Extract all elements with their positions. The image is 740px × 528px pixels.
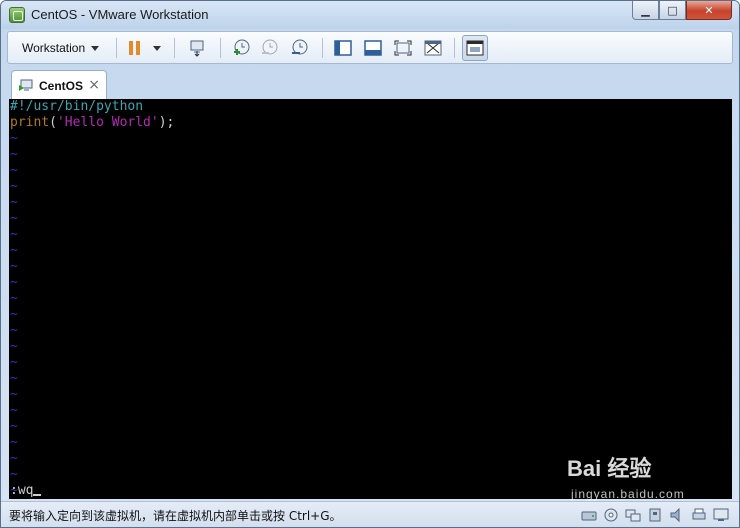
vim-tilde-line: ~ xyxy=(10,291,18,306)
vim-tilde-line: ~ xyxy=(10,307,18,322)
vim-command-text: :wq xyxy=(10,483,34,498)
vmware-window: CentOS - VMware Workstation ▁ □ ✕ Workst… xyxy=(0,0,740,528)
snapshot-revert-icon[interactable] xyxy=(258,37,280,59)
tab-bar: CentOS × xyxy=(1,67,739,100)
printer-icon[interactable] xyxy=(691,507,707,523)
display-icon[interactable] xyxy=(713,507,729,523)
vim-tilde-line: ~ xyxy=(10,259,18,274)
code-punct-open: ( xyxy=(49,115,57,130)
vim-empty-lines: ~ ~ ~ ~ ~ ~ ~ ~ ~ ~ ~ ~ ~ ~ ~ ~ ~ ~ ~ ~ ~ ~ ~ xyxy=(10,131,732,499)
fullscreen-icon[interactable] xyxy=(392,37,414,59)
vim-tilde-line: ~ xyxy=(10,403,18,418)
vim-tilde-line: ~ xyxy=(10,355,18,370)
code-punct-close: ); xyxy=(158,115,175,130)
vim-tilde-line: ~ xyxy=(10,147,18,162)
workstation-menu-button[interactable]: Workstation xyxy=(14,36,107,60)
snapshot-manager-icon[interactable] xyxy=(288,37,310,59)
vim-command-line: :wq xyxy=(10,483,42,499)
toolbar-divider xyxy=(454,38,455,58)
dropdown-icon[interactable] xyxy=(146,37,168,59)
pause-icon[interactable] xyxy=(124,37,146,59)
hard-disk-icon[interactable] xyxy=(581,507,597,523)
minimize-button[interactable]: ▁ xyxy=(632,1,659,20)
watermark-logo-text: Bai 经验 xyxy=(567,456,652,481)
maximize-button[interactable]: □ xyxy=(659,1,686,20)
vim-tilde-line: ~ xyxy=(10,339,18,354)
vim-tilde-line: ~ xyxy=(10,419,18,434)
usb-icon[interactable] xyxy=(647,507,663,523)
vm-running-icon xyxy=(19,79,34,92)
vim-tilde-line: ~ xyxy=(10,179,18,194)
vim-tilde-line: ~ xyxy=(10,131,18,146)
code-line-print: print('Hello World'); xyxy=(10,115,732,131)
workstation-menu-label: Workstation xyxy=(22,41,86,55)
view-console-icon[interactable] xyxy=(362,37,384,59)
code-string: 'Hello World' xyxy=(56,115,159,130)
baidu-jingyan-watermark: Bai 经验 jingyan.baidu.com xyxy=(567,447,707,507)
unity-icon[interactable] xyxy=(422,37,444,59)
vim-tilde-line: ~ xyxy=(10,195,18,210)
tab-centos[interactable]: CentOS × xyxy=(11,70,107,100)
window-title: CentOS - VMware Workstation xyxy=(31,7,209,22)
vim-tilde-line: ~ xyxy=(10,387,18,402)
send-ctrl-alt-del-icon[interactable] xyxy=(186,37,208,59)
close-icon[interactable]: × xyxy=(88,77,100,93)
device-icons xyxy=(581,507,729,523)
title-bar[interactable]: CentOS - VMware Workstation ▁ □ ✕ xyxy=(1,1,739,29)
vmware-app-icon xyxy=(9,7,25,23)
text-cursor xyxy=(33,494,42,496)
network-icon[interactable] xyxy=(625,507,641,523)
vm-console[interactable]: #!/usr/bin/python print('Hello World'); … xyxy=(9,99,732,499)
code-line-shebang: #!/usr/bin/python xyxy=(10,99,144,114)
watermark-url: jingyan.baidu.com xyxy=(571,487,685,501)
code-keyword: print xyxy=(10,115,50,130)
snapshot-take-icon[interactable] xyxy=(230,37,252,59)
toolbar-divider xyxy=(220,38,221,58)
vim-tilde-line: ~ xyxy=(10,371,18,386)
sound-icon[interactable] xyxy=(669,507,685,523)
view-sidebar-icon[interactable] xyxy=(332,37,354,59)
thumbnail-bar-icon[interactable] xyxy=(462,35,488,61)
toolbar: Workstation xyxy=(7,31,733,64)
vim-tilde-line: ~ xyxy=(10,243,18,258)
vim-tilde-line: ~ xyxy=(10,323,18,338)
chevron-down-icon xyxy=(91,45,100,51)
window-controls: ▁ □ ✕ xyxy=(632,1,732,21)
close-button[interactable]: ✕ xyxy=(686,1,732,20)
toolbar-divider xyxy=(322,38,323,58)
tab-label: CentOS xyxy=(39,78,84,93)
vim-tilde-line: ~ xyxy=(10,275,18,290)
toolbar-divider xyxy=(174,38,175,58)
vim-tilde-line: ~ xyxy=(10,211,18,226)
cd-dvd-icon[interactable] xyxy=(603,507,619,523)
vim-tilde-line: ~ xyxy=(10,163,18,178)
vim-tilde-line: ~ xyxy=(10,227,18,242)
toolbar-divider xyxy=(116,38,117,58)
status-message: 要将输入定向到该虚拟机，请在虚拟机内部单击或按 Ctrl+G。 xyxy=(9,509,342,523)
